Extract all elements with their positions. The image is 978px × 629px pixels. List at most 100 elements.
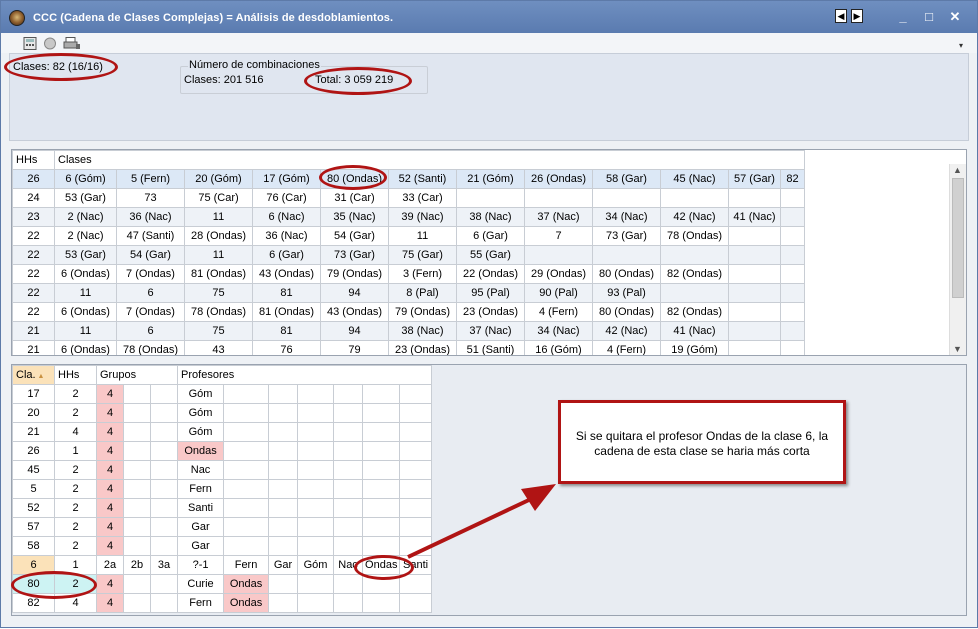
chain-class-cell[interactable]: 47 (Santi) [116,226,185,246]
chain-class-cell[interactable] [728,226,781,246]
chain-class-cell[interactable]: 36 (Nac) [116,207,185,227]
chain-class-cell[interactable] [728,264,781,284]
chain-class-cell[interactable] [779,302,806,322]
chain-class-cell[interactable] [728,321,781,341]
group-cell[interactable]: 4 [96,384,124,404]
subheader-cell[interactable]: Santi [399,555,433,575]
class-row[interactable]: 45 2 4 Nac [12,460,433,480]
chain-class-cell[interactable]: 6 [116,321,185,341]
chain-class-cell[interactable] [660,245,729,265]
chain-class-cell[interactable]: 76 (Car) [252,188,321,208]
chain-class-cell[interactable]: 54 (Gar) [320,226,389,246]
chain-class-cell[interactable]: 21 (Góm) [456,169,525,189]
chain-class-cell[interactable]: 7 (Ondas) [116,302,185,322]
column-header-hhs[interactable]: HHs [12,150,55,170]
chain-class-cell[interactable]: 82 [779,169,806,189]
chain-class-cell[interactable] [524,188,593,208]
chain-class-cell[interactable]: 11 [54,321,117,341]
class-id-cell[interactable]: 52 [12,498,55,518]
scroll-up-icon[interactable]: ▲ [953,165,962,175]
chain-class-cell[interactable]: 17 (Góm) [252,169,321,189]
chain-class-cell[interactable]: 75 [184,321,253,341]
class-6-header-row[interactable]: 6 1 2a 2b 3a ?-1 Fern Gar Góm Nac Ondas Santi [12,555,433,575]
chain-class-cell[interactable]: 42 (Nac) [592,321,661,341]
scroll-down-icon[interactable]: ▼ [953,344,962,354]
chain-class-cell[interactable]: 54 (Gar) [116,245,185,265]
teacher-cell[interactable]: Fern [177,593,225,613]
teacher-cell[interactable]: Gar [177,536,225,556]
group-cell[interactable] [123,403,151,423]
chain-class-cell[interactable]: 31 (Car) [320,188,389,208]
chain-class-cell[interactable] [779,340,806,355]
chain-class-cell[interactable]: 58 (Gar) [592,169,661,189]
record-icon[interactable] [43,37,57,50]
class-hhs-cell[interactable]: 2 [54,536,97,556]
group-cell[interactable]: 4 [96,479,124,499]
teacher-cell[interactable]: Góm [177,384,225,404]
chain-class-cell[interactable]: 78 (Ondas) [660,226,729,246]
chain-hhs-cell[interactable]: 22 [12,226,55,246]
group-cell[interactable] [149,384,179,404]
minimize-button[interactable]: _ [894,10,912,24]
group-cell[interactable] [149,460,179,480]
chain-class-cell[interactable]: 35 (Nac) [320,207,389,227]
group-cell[interactable]: 4 [96,498,124,518]
chain-class-cell[interactable]: 3 (Fern) [388,264,457,284]
group-cell[interactable] [149,574,179,594]
group-cell[interactable] [123,479,151,499]
chain-class-cell[interactable]: 37 (Nac) [456,321,525,341]
class-hhs-cell[interactable]: 2 [54,384,97,404]
class-id-cell[interactable]: 57 [12,517,55,537]
teacher-cell[interactable]: Ondas [177,441,225,461]
chain-class-cell[interactable]: 53 (Gar) [54,245,117,265]
chain-hhs-cell[interactable]: 21 [12,340,55,355]
chain-class-cell[interactable]: 94 [320,321,389,341]
chain-class-cell[interactable]: 11 [184,245,253,265]
group-cell[interactable] [149,517,179,537]
chain-class-cell[interactable] [779,283,806,303]
calculator-icon[interactable] [23,37,37,50]
chain-row[interactable]: 22 2 (Nac) 47 (Santi) 28 (Ondas) 36 (Nac) 54 … [12,226,806,246]
group-cell[interactable] [123,498,151,518]
chain-row[interactable]: 26 6 (Góm) 5 (Fern) 20 (Góm) 17 (Góm) 80 (Ond… [12,169,806,189]
column-header-cla[interactable]: Cla. ▲ [12,365,55,385]
group-cell[interactable] [123,574,151,594]
chain-class-cell[interactable]: 75 (Car) [184,188,253,208]
class-hhs-cell[interactable]: 2 [54,574,97,594]
chain-class-cell[interactable] [456,188,525,208]
chain-row[interactable]: 21 11 6 75 81 94 38 (Nac) 37 (Nac) 34 (Nac) 42 (N… [12,321,806,341]
subheader-cell[interactable]: Fern [223,555,270,575]
chain-class-cell[interactable]: 38 (Nac) [456,207,525,227]
print-icon[interactable] [63,37,81,50]
chain-class-cell[interactable] [592,245,661,265]
chain-class-cell[interactable]: 95 (Pal) [456,283,525,303]
class-hhs-cell[interactable]: 2 [54,460,97,480]
chain-class-cell[interactable]: 41 (Nac) [728,207,781,227]
class-id-cell[interactable]: 82 [12,593,55,613]
chain-class-cell[interactable]: 4 (Fern) [592,340,661,355]
nav-prev-button[interactable]: ◀ [835,9,847,23]
group-cell[interactable] [149,479,179,499]
chain-hhs-cell[interactable]: 22 [12,302,55,322]
chain-class-cell[interactable]: 23 (Ondas) [388,340,457,355]
chain-class-cell[interactable]: 2 (Nac) [54,226,117,246]
group-cell[interactable]: 4 [96,517,124,537]
chain-class-cell[interactable] [728,302,781,322]
chain-class-cell[interactable]: 28 (Ondas) [184,226,253,246]
chain-class-cell[interactable]: 6 (Gar) [252,245,321,265]
chain-class-cell[interactable] [728,283,781,303]
class-hhs-cell[interactable]: 2 [54,479,97,499]
chain-class-cell[interactable] [728,340,781,355]
chain-hhs-cell[interactable]: 23 [12,207,55,227]
chain-class-cell[interactable] [728,188,781,208]
chain-class-cell[interactable]: 8 (Pal) [388,283,457,303]
chain-class-cell[interactable]: 94 [320,283,389,303]
subheader-cell[interactable]: Gar [268,555,299,575]
class-hhs-cell[interactable]: 1 [54,441,97,461]
chain-class-cell[interactable]: 73 [116,188,185,208]
chain-class-cell[interactable]: 55 (Gar) [456,245,525,265]
chain-class-cell[interactable]: 26 (Ondas) [524,169,593,189]
chain-hhs-cell[interactable]: 24 [12,188,55,208]
chain-row[interactable]: 22 11 6 75 81 94 8 (Pal) 95 (Pal) 90 (Pal) 93 (Pa… [12,283,806,303]
chain-class-cell[interactable]: 78 (Ondas) [184,302,253,322]
